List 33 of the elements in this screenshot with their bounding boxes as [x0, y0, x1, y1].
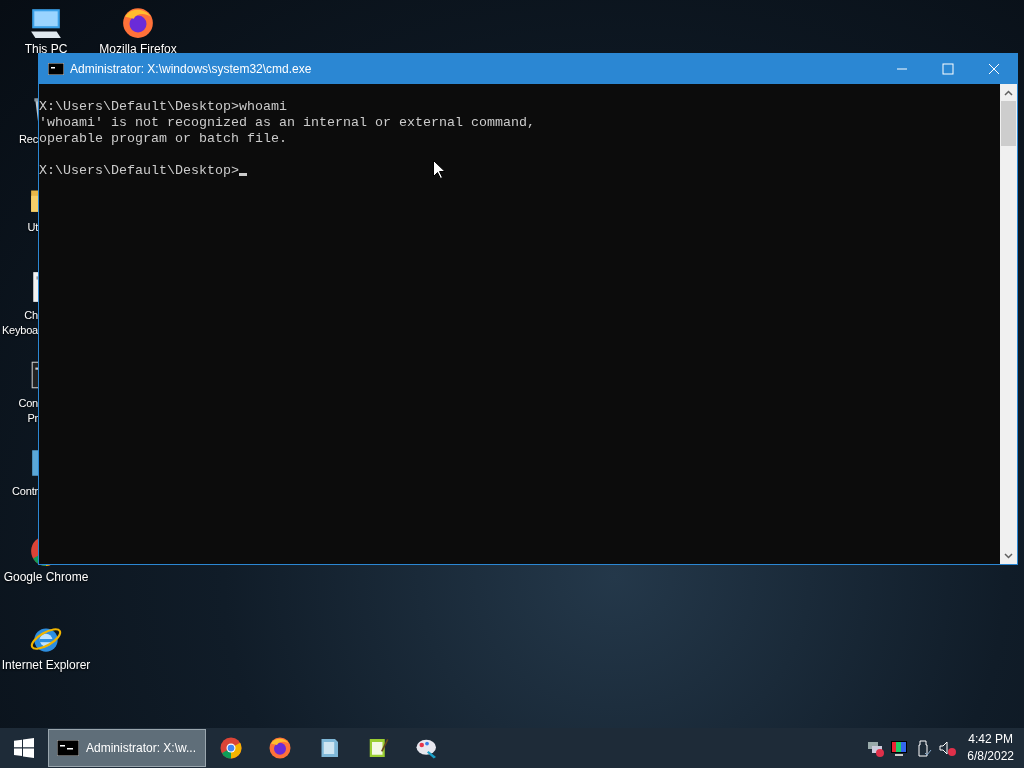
volume-muted-icon[interactable]: [938, 739, 957, 757]
mouse-pointer-icon: [433, 160, 445, 179]
icon-label: Rec: [19, 132, 38, 147]
console-text: 'whoami' is not recognized as an internal or external command,: [39, 115, 535, 131]
maximize-icon: [942, 63, 954, 75]
icon-label: Contr: [12, 484, 38, 499]
windows-logo-icon: [14, 738, 34, 758]
window-title: Administrator: X:\windows\system32\cmd.exe: [70, 62, 313, 76]
icon-label: Ut: [27, 220, 38, 235]
icon-label: Internet Explorer: [1, 658, 91, 673]
icon-label: This PC: [24, 42, 68, 57]
console-text: X:\Users\Default\Desktop>whoami: [39, 99, 287, 115]
computer-icon: [29, 6, 63, 40]
close-icon: [988, 63, 1000, 75]
taskbar-button[interactable]: Administrator: X:\w...: [48, 729, 206, 767]
console-text: operable program or batch file.: [39, 131, 287, 147]
clock-date[interactable]: 6/8/2022: [967, 748, 1014, 765]
display-icon[interactable]: [890, 739, 909, 757]
firefox-icon: [121, 6, 155, 40]
console-text: X:\Users\Default\Desktop>: [39, 163, 239, 179]
chrome-icon: [218, 736, 243, 760]
clock-time[interactable]: 4:42 PM: [968, 731, 1013, 748]
firefox-icon: [267, 736, 292, 760]
icon-label: Ch Keyboa: [1, 308, 38, 338]
scrollbar-thumb[interactable]: [1001, 101, 1016, 146]
network-error-icon[interactable]: [866, 739, 885, 757]
icon-label: Google Chrome: [3, 570, 89, 585]
console-icon: [57, 740, 79, 756]
console-icon: [48, 63, 64, 75]
text-cursor: [238, 173, 247, 176]
icon-label: Mozilla Firefox: [99, 42, 177, 57]
scrollbar[interactable]: [1000, 84, 1017, 564]
icon-label: Con Pr: [18, 396, 38, 426]
